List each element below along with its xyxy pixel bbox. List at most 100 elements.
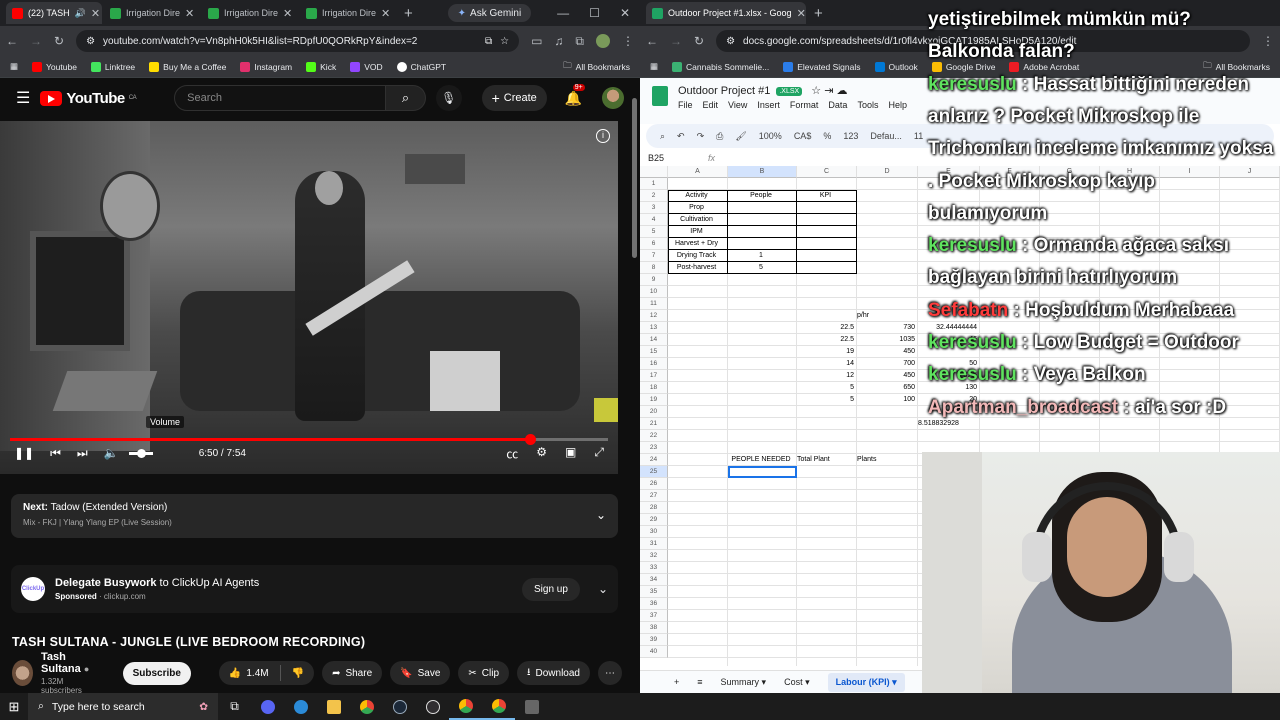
row-header-30[interactable]: 30 (640, 526, 668, 538)
windows-start-icon[interactable]: ⊞ (0, 699, 28, 715)
ask-gemini-button[interactable]: ✦ Ask Gemini (447, 4, 532, 22)
apps-grid-icon[interactable]: ▦ (10, 61, 18, 72)
file-explorer-icon[interactable] (317, 693, 350, 720)
extensions-icon[interactable]: ⧉ (575, 34, 584, 49)
menu-format[interactable]: Format (790, 100, 819, 110)
row-header-3[interactable]: 3 (640, 202, 668, 214)
row-header-31[interactable]: 31 (640, 538, 668, 550)
row-header-8[interactable]: 8 (640, 262, 668, 274)
save-button[interactable]: 🔖 Save (390, 661, 451, 685)
row-header-11[interactable]: 11 (640, 298, 668, 310)
row-header-6[interactable]: 6 (640, 238, 668, 250)
font-select[interactable]: Defau... (870, 131, 902, 141)
close-tab-icon[interactable]: ✕ (91, 7, 100, 20)
menu-tools[interactable]: Tools (857, 100, 878, 110)
row-header-12[interactable]: 12 (640, 310, 668, 322)
youtube-logo[interactable]: YouTube CA (40, 90, 137, 107)
row-header-7[interactable]: 7 (640, 250, 668, 262)
calculator-icon[interactable] (515, 693, 548, 720)
row-header-23[interactable]: 23 (640, 442, 668, 454)
menu-data[interactable]: Data (828, 100, 847, 110)
value-col-d[interactable]: 650 (857, 382, 915, 394)
row-header-21[interactable]: 21 (640, 418, 668, 430)
row-header-37[interactable]: 37 (640, 610, 668, 622)
redo-icon[interactable]: ↷ (697, 131, 705, 142)
all-bookmarks[interactable]: 🗀 All Bookmarks (563, 60, 630, 74)
close-tab-icon[interactable]: ✕ (381, 7, 390, 20)
column-header-d[interactable]: D (857, 166, 918, 178)
like-button[interactable]: 👍 1.4M 👎 (218, 661, 315, 685)
value-col-c[interactable]: 14 (797, 358, 854, 370)
row-header-15[interactable]: 15 (640, 346, 668, 358)
channel-name[interactable]: Tash Sultana (41, 651, 81, 675)
value-col-d[interactable]: 450 (857, 370, 915, 382)
row-header-22[interactable]: 22 (640, 430, 668, 442)
row-header-26[interactable]: 26 (640, 478, 668, 490)
forward-icon[interactable]: → (30, 34, 42, 48)
row-header-34[interactable]: 34 (640, 574, 668, 586)
sheets-logo-icon[interactable] (652, 86, 668, 106)
hamburger-menu-icon[interactable]: ☰ (16, 88, 30, 108)
chrome-icon-2[interactable] (449, 693, 482, 720)
all-sheets-icon[interactable]: ≡ (697, 677, 702, 687)
chrome-icon[interactable] (350, 693, 383, 720)
new-tab-icon[interactable]: + (404, 5, 413, 22)
info-icon[interactable]: i (596, 129, 610, 143)
search-input[interactable]: Search (174, 85, 387, 111)
steam-icon[interactable] (383, 693, 416, 720)
value-col-c[interactable]: 12 (797, 370, 854, 382)
row-header-19[interactable]: 19 (640, 394, 668, 406)
back-icon[interactable]: ← (6, 34, 18, 48)
grid-corner[interactable] (640, 166, 668, 178)
row-header-16[interactable]: 16 (640, 358, 668, 370)
bookmark-linktree[interactable]: Linktree (90, 61, 135, 72)
video-player[interactable]: i Volume ❚❚ ⏮ ⏭ 🔈 6:50 / 7:54 ㏄ ⚙ ▣ ⤢ (0, 121, 618, 474)
close-tab-icon[interactable]: ✕ (185, 7, 194, 20)
close-tab-icon[interactable]: ✕ (283, 7, 292, 20)
fullscreen-icon[interactable]: ⤢ (594, 445, 604, 462)
sponsored-ad[interactable]: ClickUp Delegate Busywork to ClickUp AI … (11, 565, 618, 613)
pause-icon[interactable]: ❚❚ (14, 446, 34, 460)
star-icon[interactable]: ☆ (500, 36, 509, 47)
chrome-icon-3[interactable] (482, 693, 515, 720)
reload-icon[interactable]: ↻ (694, 34, 704, 48)
row-header-28[interactable]: 28 (640, 502, 668, 514)
profile-avatar[interactable] (596, 34, 610, 48)
bookmark-instagram[interactable]: Instagram (240, 61, 292, 72)
reload-icon[interactable]: ↻ (54, 34, 64, 48)
row-header-14[interactable]: 14 (640, 334, 668, 346)
zoom-select[interactable]: 100% (759, 131, 782, 141)
apps-grid-icon[interactable]: ▦ (650, 61, 658, 72)
url-field[interactable]: ⚙ youtube.com/watch?v=Vn8phH0k5HI&list=RD… (76, 30, 520, 52)
account-avatar[interactable] (602, 87, 624, 109)
close-window-icon[interactable]: ✕ (620, 6, 630, 20)
download-button[interactable]: ⭳ Download (517, 661, 590, 685)
menu-insert[interactable]: Insert (757, 100, 780, 110)
row-header-10[interactable]: 10 (640, 286, 668, 298)
miniplayer-icon[interactable]: ▣ (565, 445, 576, 462)
row-header-27[interactable]: 27 (640, 490, 668, 502)
sheet-tab-labour[interactable]: Labour (KPI) ▾ (827, 672, 905, 692)
menu-icon[interactable]: ⋮ (622, 34, 634, 48)
next-icon[interactable]: ⏭ (77, 446, 88, 461)
star-icon[interactable]: ☆ (811, 85, 821, 97)
media-icon[interactable]: ♫ (554, 34, 563, 48)
value-col-d[interactable]: 100 (857, 394, 915, 406)
document-title[interactable]: Outdoor Project #1 .XLSX ☆ ⇥ ☁ (678, 84, 847, 97)
chevron-down-icon[interactable]: ⌄ (596, 508, 606, 522)
page-scrollbar[interactable] (631, 90, 638, 686)
value-col-c[interactable]: 22.5 (797, 334, 854, 346)
row-header-29[interactable]: 29 (640, 514, 668, 526)
bookmark-2[interactable]: Elevated Signals (783, 61, 861, 72)
value-col-d[interactable]: 450 (857, 346, 915, 358)
tab-google-sheets[interactable]: Outdoor Project #1.xlsx - Goog ✕ (646, 2, 806, 24)
captions-icon[interactable]: ㏄ (506, 445, 518, 462)
sheet-tab-cost[interactable]: Cost ▾ (784, 677, 810, 688)
row-header-38[interactable]: 38 (640, 622, 668, 634)
row-header-36[interactable]: 36 (640, 598, 668, 610)
share-button[interactable]: ➦ Share (322, 661, 383, 685)
clip-button[interactable]: ✂ Clip (458, 661, 510, 685)
bookmark-youtube[interactable]: Youtube (32, 61, 77, 72)
search-button[interactable]: ⌕ (386, 85, 426, 111)
row-header-32[interactable]: 32 (640, 550, 668, 562)
